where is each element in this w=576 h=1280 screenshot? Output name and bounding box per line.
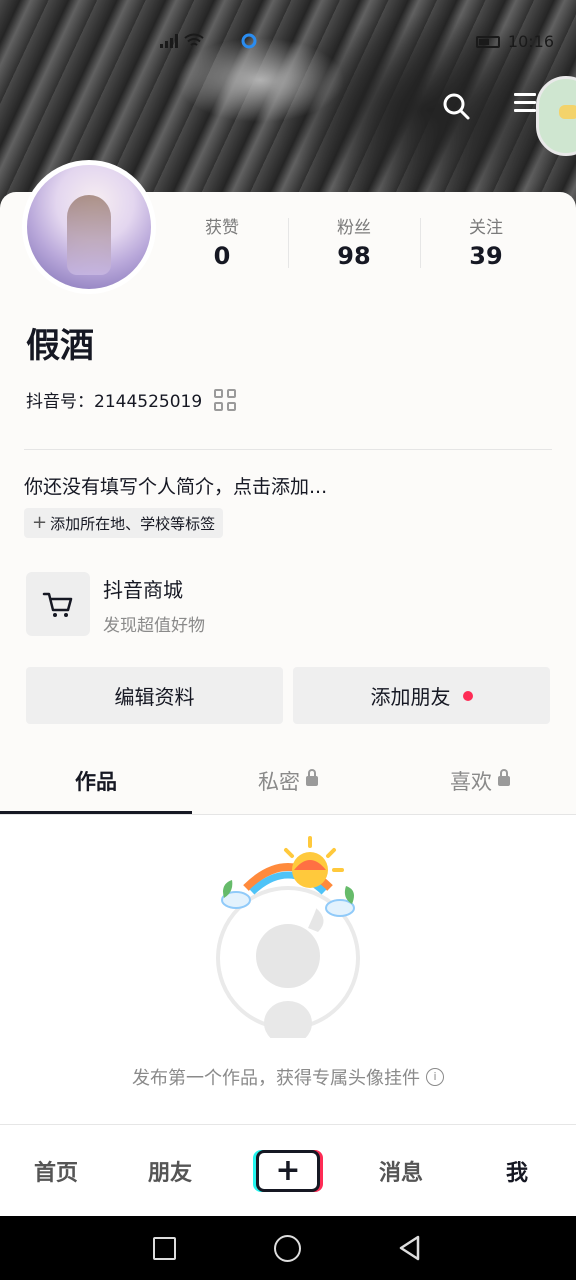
mall-subtitle: 发现超值好物 [103, 616, 205, 636]
edit-profile-button[interactable]: 编辑资料 [26, 667, 283, 724]
wifi-icon [184, 33, 204, 46]
home-circle-icon[interactable] [274, 1235, 301, 1262]
tab-label: 喜欢 [450, 770, 492, 794]
stat-value: 0 [213, 242, 231, 270]
nav-messages[interactable]: 消息 [379, 1155, 423, 1187]
bio-placeholder[interactable]: 你还没有填写个人简介，点击添加... [24, 472, 327, 499]
edit-profile-label: 编辑资料 [114, 685, 195, 709]
empty-state-text: 发布第一个作品，获得专属头像挂件 [132, 1068, 420, 1089]
mall-title[interactable]: 抖音商城 [103, 574, 183, 603]
bottom-navigation: 首页 朋友 + 消息 我 [0, 1124, 576, 1216]
stat-followers[interactable]: 粉丝 98 [288, 216, 420, 272]
signal-icon [160, 34, 178, 48]
profile-name: 假酒 [26, 326, 94, 366]
menu-line [514, 109, 536, 112]
douyin-id-row[interactable]: 抖音号：2144525019 [26, 387, 237, 412]
empty-state-message: 发布第一个作品，获得专属头像挂件 i [0, 1064, 576, 1090]
floating-sticker[interactable] [536, 76, 576, 156]
status-time: 10:16 [507, 32, 554, 51]
create-button[interactable]: + [253, 1150, 323, 1192]
status-left [160, 32, 258, 50]
menu-line [514, 101, 536, 104]
content-tabs: 作品 私密 喜欢 [0, 754, 576, 814]
add-tags-button[interactable]: + 添加所在地、学校等标签 [24, 508, 224, 538]
qr-code-icon[interactable] [214, 388, 237, 411]
search-button[interactable] [438, 88, 474, 124]
status-right: 10:16 [475, 32, 554, 51]
add-friends-button[interactable]: 添加朋友 [293, 667, 550, 724]
avatar-image [27, 165, 151, 289]
info-icon[interactable]: i [426, 1068, 444, 1086]
profile-stats: 获赞 0 粉丝 98 关注 39 [156, 216, 576, 272]
back-triangle-icon[interactable] [396, 1234, 424, 1262]
plus-icon: + [32, 512, 48, 533]
system-navigation-bar [0, 1216, 576, 1280]
stat-value: 98 [337, 242, 371, 270]
stat-likes[interactable]: 获赞 0 [156, 216, 288, 272]
profile-screen: 10:16 获赞 0 粉丝 98 关注 39 假酒 抖音号：2144525019… [0, 0, 576, 1280]
battery-icon [475, 35, 500, 48]
nav-friends[interactable]: 朋友 [148, 1155, 192, 1187]
stat-following[interactable]: 关注 39 [420, 216, 552, 272]
add-tags-label: 添加所在地、学校等标签 [50, 514, 216, 533]
tab-label: 作品 [75, 770, 117, 794]
shopping-cart-icon [42, 592, 73, 617]
status-bar: 10:16 [0, 28, 576, 60]
stat-label: 粉丝 [337, 218, 371, 238]
tab-private[interactable]: 私密 [192, 754, 384, 814]
tab-label: 私密 [258, 770, 300, 794]
stat-label: 获赞 [205, 218, 239, 238]
douyin-id: 抖音号：2144525019 [26, 392, 203, 412]
hamburger-menu-icon [514, 93, 536, 96]
tab-likes[interactable]: 喜欢 [384, 754, 576, 814]
tab-works[interactable]: 作品 [0, 754, 192, 814]
nav-home[interactable]: 首页 [34, 1155, 78, 1187]
nav-me[interactable]: 我 [506, 1155, 528, 1187]
plus-icon: + [256, 1150, 320, 1192]
notification-dot [462, 690, 473, 701]
mall-cart-button[interactable] [26, 572, 90, 636]
avatar[interactable] [22, 160, 156, 294]
divider [24, 449, 552, 450]
stat-value: 39 [469, 242, 503, 270]
search-icon [443, 93, 470, 120]
app-notification-icon [241, 33, 257, 49]
avatar-pendant-illustration [216, 836, 360, 1038]
lock-icon [306, 769, 318, 786]
add-friends-label: 添加朋友 [370, 685, 451, 709]
lock-icon [498, 769, 510, 786]
recent-apps-icon[interactable] [153, 1237, 176, 1260]
stat-label: 关注 [469, 218, 503, 238]
